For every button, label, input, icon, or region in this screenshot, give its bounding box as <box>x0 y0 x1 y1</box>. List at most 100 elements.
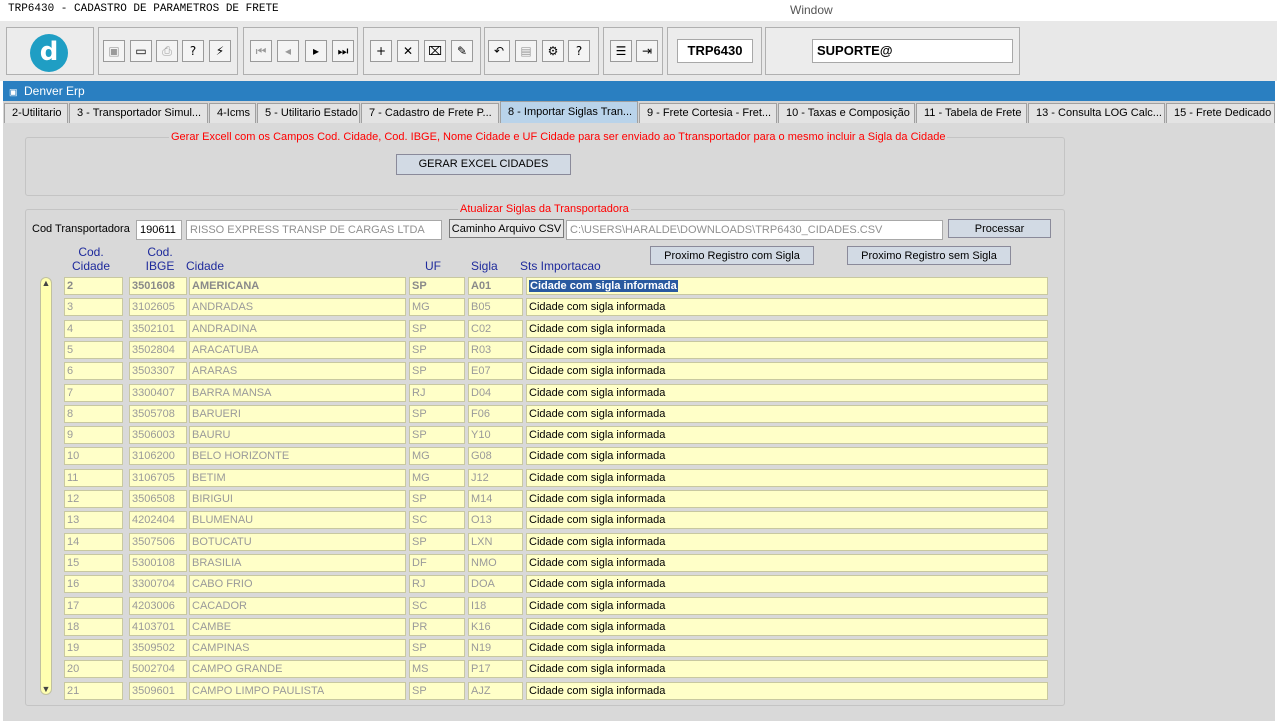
tab-utilitario[interactable]: 2-Utilitario <box>4 103 68 123</box>
cell-uf[interactable]: RJ <box>409 384 465 402</box>
cell-ibge[interactable]: 4203006 <box>129 597 187 615</box>
cell-cod[interactable]: 12 <box>64 490 123 508</box>
cell-uf[interactable]: SP <box>409 320 465 338</box>
scroll-down-icon[interactable]: ▼ <box>40 683 52 695</box>
cell-cod[interactable]: 9 <box>64 426 123 444</box>
cell-cidade[interactable]: BAURU <box>189 426 406 444</box>
next-record-icon[interactable]: ▸ <box>305 40 327 62</box>
cell-cidade[interactable]: CAMBE <box>189 618 406 636</box>
tab-importar-siglas[interactable]: 8 - Importar Siglas Tran... <box>500 101 638 123</box>
cell-sigla[interactable]: G08 <box>468 447 523 465</box>
cell-sigla[interactable]: LXN <box>468 533 523 551</box>
cell-ibge[interactable]: 3507506 <box>129 533 187 551</box>
cell-cod[interactable]: 6 <box>64 362 123 380</box>
help-query-icon[interactable]: ? <box>182 40 204 62</box>
cell-ibge[interactable]: 3106705 <box>129 469 187 487</box>
cell-status[interactable]: Cidade com sigla informada <box>526 639 1048 657</box>
cell-sigla[interactable]: D04 <box>468 384 523 402</box>
cell-cidade[interactable]: AMERICANA <box>189 277 406 295</box>
cell-status[interactable]: Cidade com sigla informada <box>526 618 1048 636</box>
cell-uf[interactable]: SC <box>409 511 465 529</box>
cell-cod[interactable]: 7 <box>64 384 123 402</box>
cell-sigla[interactable]: Y10 <box>468 426 523 444</box>
cell-ibge[interactable]: 3506508 <box>129 490 187 508</box>
cell-cidade[interactable]: ARARAS <box>189 362 406 380</box>
cell-ibge[interactable]: 3506003 <box>129 426 187 444</box>
cell-sigla[interactable]: K16 <box>468 618 523 636</box>
cell-ibge[interactable]: 3502804 <box>129 341 187 359</box>
cell-ibge[interactable]: 3505708 <box>129 405 187 423</box>
cell-cod[interactable]: 20 <box>64 660 123 678</box>
tab-utilitario-estado[interactable]: 5 - Utilitario Estado <box>257 103 360 123</box>
cell-sigla[interactable]: A01 <box>468 277 523 295</box>
cell-cod[interactable]: 14 <box>64 533 123 551</box>
undo-icon[interactable]: ↶ <box>488 40 510 62</box>
cell-cidade[interactable]: BIRIGUI <box>189 490 406 508</box>
cell-uf[interactable]: MG <box>409 469 465 487</box>
help-icon[interactable]: ? <box>568 40 590 62</box>
cell-sigla[interactable]: O13 <box>468 511 523 529</box>
exit-icon[interactable]: ⇥ <box>636 40 658 62</box>
execute-query-icon[interactable]: ⚡ <box>209 40 231 62</box>
previous-record-icon[interactable]: ◂ <box>277 40 299 62</box>
cell-uf[interactable]: SP <box>409 533 465 551</box>
next-without-sigla-button[interactable]: Proximo Registro sem Sigla <box>847 246 1011 265</box>
cell-uf[interactable]: MS <box>409 660 465 678</box>
cell-status[interactable]: Cidade com sigla informada <box>526 298 1048 316</box>
insert-record-icon[interactable]: + <box>370 40 392 62</box>
tab-frete-dedicado[interactable]: 15 - Frete Dedicado <box>1166 103 1275 123</box>
csv-path-field[interactable]: C:\USERS\HARALDE\DOWNLOADS\TRP6430_CIDAD… <box>566 220 943 240</box>
cell-cidade[interactable]: BOTUCATU <box>189 533 406 551</box>
cell-ibge[interactable]: 3102605 <box>129 298 187 316</box>
cell-ibge[interactable]: 4103701 <box>129 618 187 636</box>
cell-status[interactable]: Cidade com sigla informada <box>526 277 1048 295</box>
cell-cod[interactable]: 19 <box>64 639 123 657</box>
generate-excel-button[interactable]: GERAR EXCEL CIDADES <box>396 154 571 175</box>
cell-uf[interactable]: SP <box>409 405 465 423</box>
cell-uf[interactable]: RJ <box>409 575 465 593</box>
first-record-icon[interactable]: ⏮ <box>250 40 272 62</box>
cell-sigla[interactable]: I18 <box>468 597 523 615</box>
cell-status[interactable]: Cidade com sigla informada <box>526 682 1048 700</box>
tab-taxas-composicao[interactable]: 10 - Taxas e Composição <box>778 103 915 123</box>
cell-ibge[interactable]: 3300407 <box>129 384 187 402</box>
cell-status[interactable]: Cidade com sigla informada <box>526 511 1048 529</box>
cell-cod[interactable]: 11 <box>64 469 123 487</box>
cell-cidade[interactable]: ARACATUBA <box>189 341 406 359</box>
cod-transportadora-field[interactable]: 190611 <box>136 220 182 240</box>
save-icon[interactable]: ▣ <box>103 40 125 62</box>
tab-icms[interactable]: 4-Icms <box>209 103 256 123</box>
cell-cidade[interactable]: BELO HORIZONTE <box>189 447 406 465</box>
window-menu[interactable]: Window <box>790 3 833 17</box>
cell-cidade[interactable]: BETIM <box>189 469 406 487</box>
cell-uf[interactable]: SP <box>409 639 465 657</box>
cell-cod[interactable]: 21 <box>64 682 123 700</box>
print-icon[interactable]: ⎙ <box>156 40 178 62</box>
cell-status[interactable]: Cidade com sigla informada <box>526 447 1048 465</box>
cell-sigla[interactable]: B05 <box>468 298 523 316</box>
cell-ibge[interactable]: 3300704 <box>129 575 187 593</box>
window-icon[interactable]: ▭ <box>130 40 152 62</box>
cell-uf[interactable]: SP <box>409 277 465 295</box>
cell-status[interactable]: Cidade com sigla informada <box>526 554 1048 572</box>
cell-sigla[interactable]: P17 <box>468 660 523 678</box>
cell-ibge[interactable]: 3106200 <box>129 447 187 465</box>
cell-status[interactable]: Cidade com sigla informada <box>526 341 1048 359</box>
cell-cidade[interactable]: CABO FRIO <box>189 575 406 593</box>
cell-sigla[interactable]: F06 <box>468 405 523 423</box>
cell-sigla[interactable]: NMO <box>468 554 523 572</box>
cell-status[interactable]: Cidade com sigla informada <box>526 384 1048 402</box>
menu-icon[interactable]: ☰ <box>610 40 632 62</box>
cell-ibge[interactable]: 3509502 <box>129 639 187 657</box>
cell-ibge[interactable]: 3502101 <box>129 320 187 338</box>
cell-ibge[interactable]: 3509601 <box>129 682 187 700</box>
cell-status[interactable]: Cidade com sigla informada <box>526 469 1048 487</box>
tab-transportador-simul[interactable]: 3 - Transportador Simul... <box>69 103 208 123</box>
cell-sigla[interactable]: N19 <box>468 639 523 657</box>
cell-cidade[interactable]: BLUMENAU <box>189 511 406 529</box>
cell-uf[interactable]: MG <box>409 298 465 316</box>
cell-uf[interactable]: SP <box>409 362 465 380</box>
clear-record-icon[interactable]: ⌧ <box>424 40 446 62</box>
settings-icon[interactable]: ⚙ <box>542 40 564 62</box>
cell-sigla[interactable]: C02 <box>468 320 523 338</box>
